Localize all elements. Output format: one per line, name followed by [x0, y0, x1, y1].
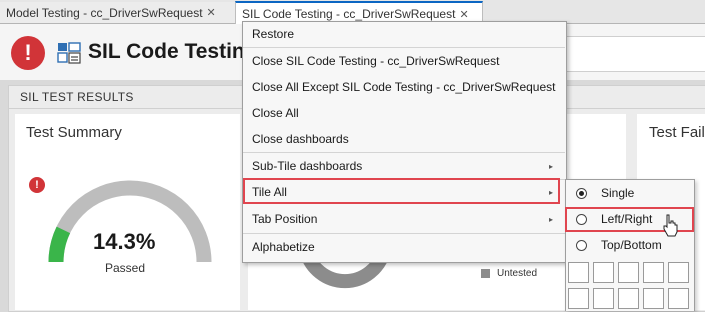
submenu-option-single[interactable]: Single: [566, 181, 692, 205]
menu-item-tab-position[interactable]: Tab Position ▸: [243, 206, 565, 232]
option-label: Top/Bottom: [601, 238, 662, 252]
close-icon[interactable]: ✕: [459, 8, 468, 21]
tab-model-testing[interactable]: Model Testing - cc_DriverSwRequest ✕: [0, 2, 239, 23]
radio-button[interactable]: [576, 239, 587, 251]
tile-layout-cell[interactable]: [643, 288, 664, 309]
tile-layout-cell[interactable]: [618, 262, 639, 283]
tile-layout-cell[interactable]: [668, 288, 689, 309]
card-title: Test Fail: [649, 124, 705, 141]
page-title: SIL Code Testing: [88, 40, 258, 63]
menu-item-close-current[interactable]: Close SIL Code Testing - cc_DriverSwRequ…: [243, 48, 565, 74]
menu-item-restore[interactable]: Restore: [243, 21, 565, 47]
mouse-pointer-icon: [663, 214, 678, 237]
results-section-label: SIL TEST RESULTS: [20, 90, 134, 104]
card-title: Test Summary: [26, 124, 122, 141]
tile-layout-cell[interactable]: [568, 288, 589, 309]
menu-item-label: Close dashboards: [252, 132, 349, 146]
menu-item-label: Alphabetize: [252, 240, 315, 254]
submenu-arrow-icon: ▸: [548, 161, 553, 171]
legend-label-untested: Untested: [497, 268, 538, 279]
tile-layout-cell[interactable]: [668, 262, 689, 283]
menu-item-label: Close All: [252, 106, 299, 120]
tile-layout-cell[interactable]: [618, 288, 639, 309]
menu-item-label: Tab Position: [252, 212, 318, 226]
menu-item-sub-tile-dashboards[interactable]: Sub-Tile dashboards ▸: [243, 153, 565, 179]
tab-label: Model Testing - cc_DriverSwRequest: [6, 5, 203, 20]
menu-item-label: Sub-Tile dashboards: [252, 159, 363, 173]
menu-item-close-all-except[interactable]: Close All Except SIL Code Testing - cc_D…: [243, 74, 565, 100]
radio-button-selected[interactable]: [576, 187, 587, 199]
menu-item-alphabetize[interactable]: Alphabetize: [243, 234, 565, 260]
tile-layout-cell[interactable]: [593, 262, 614, 283]
pass-rate-caption: Passed: [105, 261, 146, 275]
tab-label: SIL Code Testing - cc_DriverSwRequest: [242, 7, 456, 21]
pass-rate-value: 14.3%: [93, 229, 156, 254]
gauge-fill: [48, 226, 71, 263]
error-icon[interactable]: !: [11, 36, 45, 70]
menu-item-close-all[interactable]: Close All: [243, 100, 565, 126]
menu-item-label: Close SIL Code Testing - cc_DriverSwRequ…: [252, 54, 500, 68]
tile-layout-cell[interactable]: [643, 262, 664, 283]
tile-layout-cell[interactable]: [593, 288, 614, 309]
legend-swatch-untested: [481, 269, 490, 278]
tile-layout-cell[interactable]: [568, 262, 589, 283]
highlight-box-tile-all: [243, 178, 560, 204]
header-field: [566, 36, 705, 72]
menu-item-close-dashboards[interactable]: Close dashboards: [243, 126, 565, 152]
submenu-arrow-icon: ▸: [548, 214, 553, 224]
tile-layout-grid: [568, 262, 693, 310]
dashboard-icon: [57, 42, 81, 64]
menu-item-label: Close All Except SIL Code Testing - cc_D…: [252, 80, 556, 94]
menu-item-label: Restore: [252, 27, 295, 41]
close-icon[interactable]: ✕: [207, 6, 216, 19]
option-label: Single: [601, 186, 635, 200]
